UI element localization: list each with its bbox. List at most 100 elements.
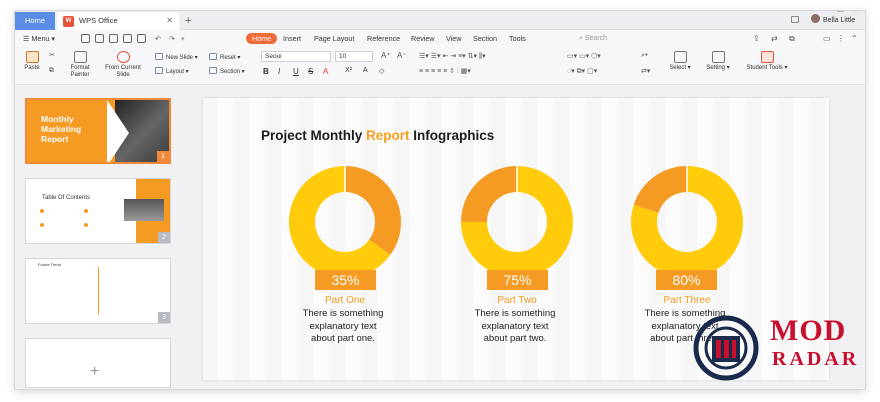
thumbnail-title: Table Of Contents	[42, 195, 91, 201]
strikethrough-icon[interactable]: S	[308, 67, 313, 76]
shape-icon[interactable]: ▭▾ ▭▾ ⬡▾	[567, 52, 601, 60]
font-family-select[interactable]: Seoui	[261, 51, 331, 62]
format-painter-label: Format Painter	[70, 65, 90, 78]
search-icon: ⌕	[579, 35, 583, 42]
undo-icon[interactable]: ↶	[155, 30, 161, 47]
bold-icon[interactable]: B	[263, 67, 269, 76]
home-tab[interactable]: Home	[15, 12, 55, 30]
document-tab[interactable]: W WPS Office ✕	[57, 12, 179, 30]
wps-logo-icon: W	[63, 16, 74, 27]
section-button[interactable]: Section ▾	[209, 67, 245, 76]
replace-icon[interactable]: ⇄▾	[641, 67, 650, 75]
thumbnail-wedge	[107, 100, 129, 162]
new-slide-icon	[155, 53, 163, 60]
increase-font-icon[interactable]: A⁺	[381, 51, 391, 60]
bullet	[84, 209, 88, 213]
layout-button[interactable]: Layout ▾	[155, 67, 189, 76]
bullet-list-icon[interactable]: ☰▾ ☰▾ ⇤ ⇥ ≡▾ ⇅▾ ⫼▾	[419, 52, 486, 61]
maximize-icon[interactable]: ☐	[837, 11, 844, 19]
new-tab-icon[interactable]: +	[185, 12, 191, 30]
donut-segment-remainder	[461, 166, 517, 222]
window-mode-icon[interactable]	[791, 16, 799, 23]
text-highlight-icon[interactable]: A	[363, 67, 368, 74]
underline-icon[interactable]: U	[293, 67, 299, 76]
close-tab-icon[interactable]: ✕	[166, 12, 173, 30]
reset-button[interactable]: Reset ▾	[209, 53, 240, 62]
more-options-icon[interactable]: ⋮	[837, 33, 845, 44]
donut-chart-2	[461, 166, 573, 278]
slide-thumbnail-3[interactable]: Future Trend 3	[25, 258, 171, 324]
setting-icon	[711, 51, 725, 63]
ribbon-toolbar: Paste ✂ ⧉ Format Painter From Current Sl…	[15, 47, 865, 85]
comment-icon[interactable]: ▭	[823, 33, 831, 44]
slide-thumbnail-1[interactable]: Monthly Marketing Report 1	[25, 98, 171, 164]
section-label: Section	[220, 69, 241, 75]
part-label-2: Part Two	[497, 295, 537, 306]
radar-emblem-icon	[693, 315, 759, 381]
paste-button[interactable]: Paste	[21, 51, 43, 72]
slide-number: 1	[157, 151, 169, 162]
format-painter-icon	[73, 51, 87, 63]
watermark-mod: MOD	[770, 314, 847, 347]
decrease-font-icon[interactable]: A⁻	[397, 51, 407, 60]
tab-section[interactable]: Section	[473, 30, 497, 47]
italic-icon[interactable]: I	[278, 67, 280, 76]
tab-tools[interactable]: Tools	[509, 30, 526, 47]
avatar	[811, 14, 820, 23]
tab-review[interactable]: Review	[411, 30, 435, 47]
section-icon	[209, 67, 217, 74]
tab-insert[interactable]: Insert	[283, 30, 301, 47]
student-tools-button[interactable]: Student Tools ▾	[743, 51, 791, 72]
from-current-slide-label: From Current Slide	[105, 65, 141, 78]
print-preview-icon[interactable]	[137, 34, 146, 43]
collapse-ribbon-icon[interactable]: ⌃	[851, 33, 858, 44]
menu-label: Menu	[31, 34, 50, 43]
setting-button[interactable]: Setting ▾	[703, 51, 733, 72]
more-icon[interactable]: ▾	[181, 30, 185, 47]
search-box[interactable]: ⌕ Search	[579, 33, 607, 44]
font-size-select[interactable]: 10	[335, 51, 373, 62]
student-cap-icon	[760, 51, 774, 63]
arrange-icon[interactable]: ◌▾ ⧉▾ ▢▾	[567, 67, 597, 76]
collaborate-icon[interactable]: ⧉	[789, 33, 795, 44]
user-account[interactable]: Bella Little	[811, 11, 855, 30]
superscript-icon[interactable]: X²	[345, 67, 352, 74]
align-icons[interactable]: ≡ ≡ ≡ ≡ ≡ ⇳ ⫶ ▦▾	[419, 67, 471, 76]
menu-bar: ☰ Menu ▾ ↶ ↷ ▾ Home Insert Page Layout R…	[15, 30, 865, 47]
slide-thumbnail-2[interactable]: Table Of Contents 2	[25, 178, 171, 244]
reset-icon	[209, 53, 217, 60]
add-slide-thumbnail[interactable]: +	[25, 338, 171, 388]
select-button[interactable]: Select ▾	[667, 51, 693, 72]
clear-format-icon[interactable]: ◇	[379, 67, 384, 75]
percent-badge-2: 75%	[487, 270, 548, 290]
main-menu-button[interactable]: ☰ Menu ▾	[23, 30, 55, 47]
open-file-icon[interactable]	[81, 34, 90, 43]
tab-view[interactable]: View	[446, 30, 461, 47]
new-slide-button[interactable]: New Slide ▾	[155, 53, 198, 62]
redo-icon[interactable]: ↷	[169, 30, 175, 47]
from-current-slide-button[interactable]: From Current Slide	[103, 51, 143, 79]
tab-reference[interactable]: Reference	[367, 30, 400, 47]
paste-icon	[25, 51, 39, 63]
cloud-sync-icon[interactable]: ⇪	[753, 33, 760, 44]
close-window-icon[interactable]: ✕	[853, 11, 860, 19]
minimize-icon[interactable]: –	[821, 11, 825, 19]
copy-icon[interactable]: ⧉	[49, 67, 54, 75]
bullet	[84, 223, 88, 227]
percent-badge-3: 80%	[656, 270, 717, 290]
watermark: MOD RADAR	[692, 314, 862, 382]
donut-segment-remainder	[633, 166, 687, 213]
tab-home[interactable]: Home	[246, 33, 278, 44]
percent-badge-1: 35%	[315, 270, 376, 290]
save-icon[interactable]	[95, 34, 104, 43]
format-painter-button[interactable]: Format Painter	[65, 51, 95, 79]
description-2: There is something explanatory text about …	[474, 308, 556, 344]
share-icon[interactable]: ⇄	[771, 33, 778, 44]
font-color-icon[interactable]: A	[323, 67, 328, 76]
donut-chart-3	[631, 166, 743, 278]
cut-icon[interactable]: ✂	[49, 51, 55, 59]
tab-page-layout[interactable]: Page Layout	[314, 30, 354, 47]
find-icon[interactable]: ⌕▾	[641, 52, 648, 60]
print-icon[interactable]	[123, 34, 132, 43]
export-pdf-icon[interactable]	[109, 34, 118, 43]
